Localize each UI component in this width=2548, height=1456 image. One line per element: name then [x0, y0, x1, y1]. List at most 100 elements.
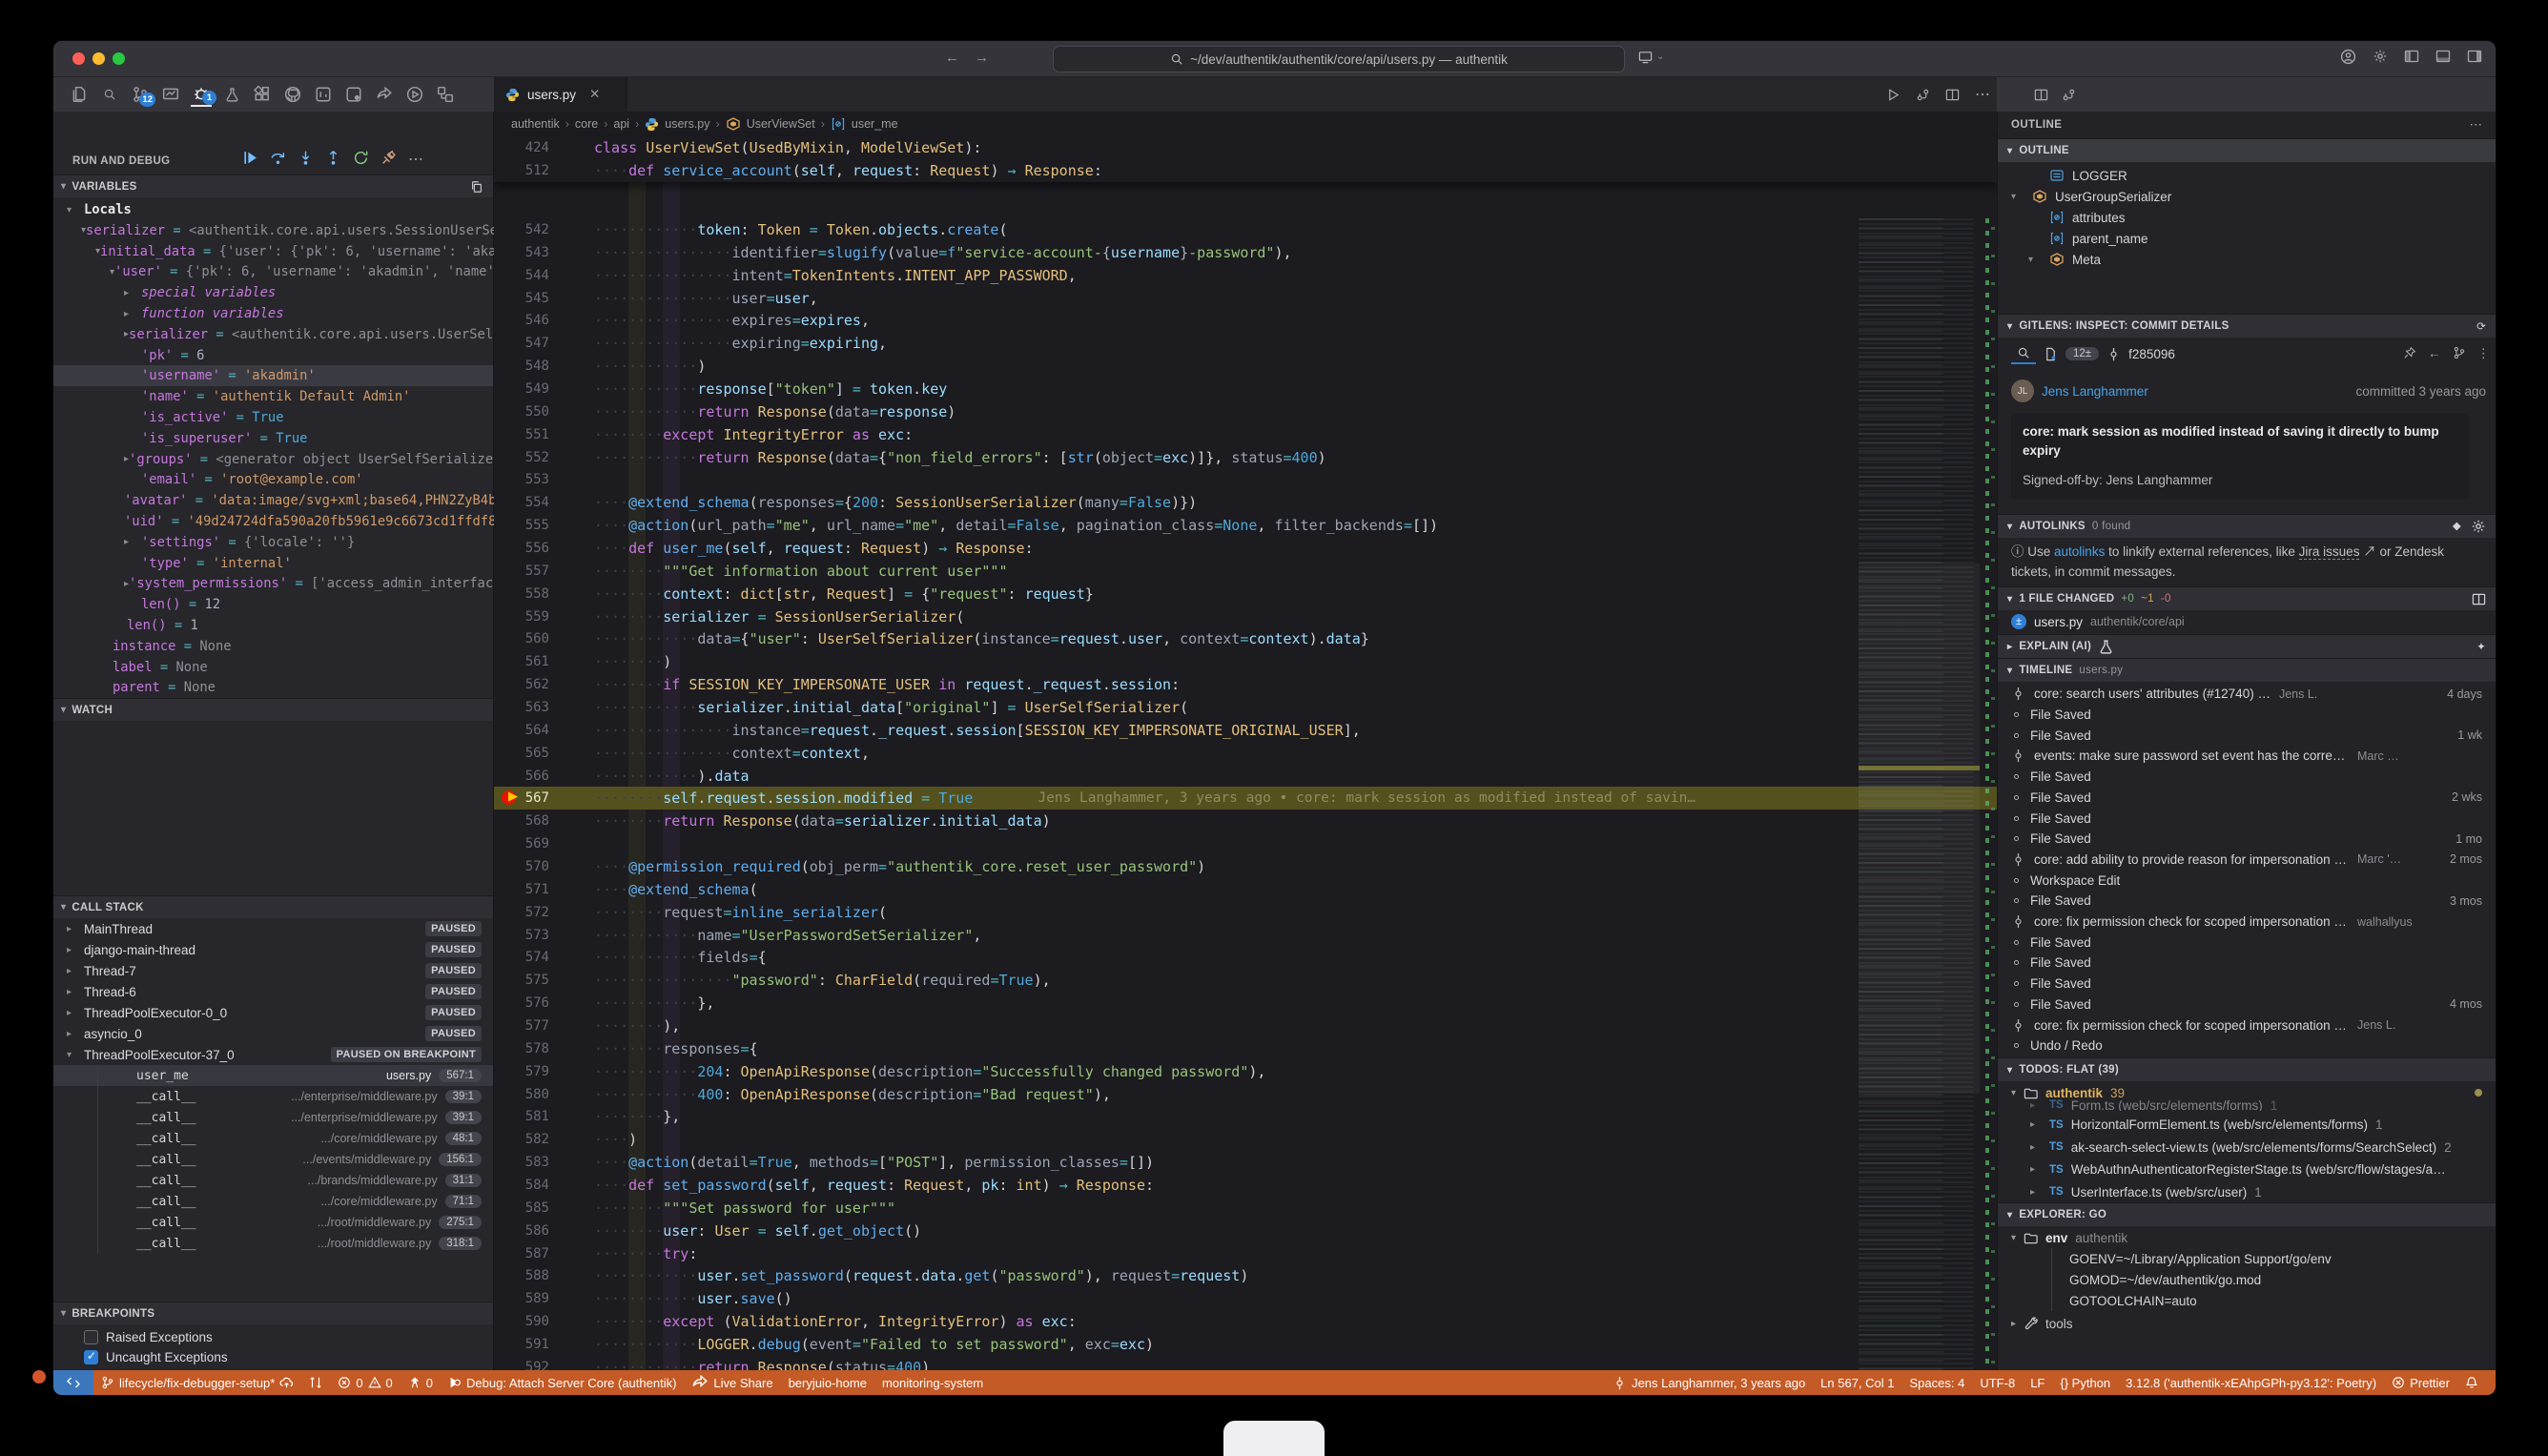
continue-icon[interactable] [242, 150, 258, 169]
variable-row[interactable]: 'pk' = 6 [53, 345, 493, 366]
callstack-frame-row[interactable]: __call__.../root/middleware.py318:1 [53, 1233, 493, 1254]
code-line-557[interactable]: 557········"""Get information about curr… [494, 560, 1997, 583]
back-icon[interactable]: ← [2428, 346, 2441, 361]
timeline-item[interactable]: core: search users' attributes (#12740) … [1998, 684, 2496, 705]
source-control-icon[interactable]: 12 [130, 82, 151, 107]
variable-row[interactable]: ▸function variables [53, 303, 493, 324]
autolinks-section-header[interactable]: ▾AUTOLINKS 0 found ◆ [1998, 514, 2496, 538]
variable-row[interactable]: label = None [53, 657, 493, 678]
branch-status[interactable]: lifecycle/fix-debugger-setup* [101, 1376, 294, 1390]
code-line-543[interactable]: 543················identifier=slugify(va… [494, 241, 1997, 264]
variable-row[interactable]: 'type' = 'internal' [53, 553, 493, 574]
outline-item-logger[interactable]: LOGGER [2028, 165, 2127, 186]
variable-row[interactable]: instance = None [53, 636, 493, 657]
outline-section-header[interactable]: ▾OUTLINE [1998, 138, 2496, 162]
timeline-item[interactable]: File Saved4 mos [1998, 995, 2496, 1015]
cursor-position[interactable]: Ln 567, Col 1 [1820, 1376, 1894, 1390]
code-line-585[interactable]: 585········"""Set password for user""" [494, 1197, 1997, 1220]
extensions-icon[interactable] [252, 82, 273, 107]
code-line-559[interactable]: 559········serializer = SessionUserSeria… [494, 605, 1997, 628]
zoom-window-button[interactable] [113, 52, 125, 65]
breadcrumb-item[interactable]: core [575, 117, 598, 131]
search-commit-icon[interactable] [2011, 343, 2036, 364]
variable-row[interactable]: 'uid' = '49d24724dfa590a20fb5961e9c6673c… [53, 511, 493, 532]
explorer-icon[interactable] [69, 82, 90, 107]
variable-row[interactable]: 'is_superuser' = True [53, 428, 493, 449]
code-line-542[interactable]: 542············token: Token = Token.obje… [494, 218, 1997, 241]
commit-author-link[interactable]: Jens Langhammer [2042, 384, 2148, 399]
language-mode[interactable]: {} Python [2060, 1376, 2110, 1390]
code-line-546[interactable]: 546················expires=expires, [494, 309, 1997, 332]
code-line-547[interactable]: 547················expiring=expiring, [494, 332, 1997, 355]
outline-more-icon[interactable]: ⋯ [2470, 117, 2483, 133]
code-line-553[interactable]: 553 [494, 468, 1997, 491]
explorer-go-section-header[interactable]: ▾EXPLORER: GO [1998, 1202, 2496, 1226]
variable-row[interactable]: ▸'groups' = <generator object UserSelfSe… [53, 449, 493, 470]
github-icon[interactable] [282, 82, 303, 107]
code-line-589[interactable]: 589············user.save() [494, 1287, 1997, 1310]
minimize-window-button[interactable] [92, 52, 105, 65]
timeline-item[interactable]: File Saved [1998, 974, 2496, 995]
variable-row[interactable]: ▸'settings' = {'locale': ''} [53, 532, 493, 553]
callstack-thread-row[interactable]: ▸ThreadPoolExecutor-0_0PAUSED [53, 1002, 493, 1023]
code-line-512[interactable]: 512····def service_account(self, request… [494, 159, 1997, 182]
callstack-frame-row[interactable]: __call__.../brands/middleware.py31:1 [53, 1170, 493, 1191]
variable-row[interactable]: ▾serializer = <authentik.core.api.users.… [53, 220, 493, 241]
code-line-545[interactable]: 545················user=user, [494, 287, 1997, 310]
autolinks-link[interactable]: autolinks [2054, 544, 2105, 559]
breadcrumb-item[interactable]: user_me [852, 117, 898, 131]
profile-home[interactable]: beryjuio-home [789, 1376, 867, 1390]
graph-icon[interactable] [2453, 346, 2466, 361]
autofit-icon[interactable] [2472, 592, 2486, 606]
breakpoint-row[interactable]: Raised Exceptions [53, 1326, 493, 1347]
panel-more-icon[interactable] [2062, 88, 2076, 102]
variable-row[interactable]: ▸'system_permissions' = ['access_admin_i… [53, 573, 493, 594]
refresh-icon[interactable]: ⟳ [2476, 319, 2486, 333]
timeline-item[interactable]: core: fix permission check for scoped im… [1998, 912, 2496, 933]
callstack-thread-row[interactable]: ▾ThreadPoolExecutor-37_0PAUSED ON BREAKP… [53, 1044, 493, 1065]
code-line-580[interactable]: 580············400: OpenApiResponse(desc… [494, 1083, 1997, 1106]
code-line-575[interactable]: 575················"password": CharField… [494, 969, 1997, 992]
code-line-556[interactable]: 556····def user_me(self, request: Reques… [494, 537, 1997, 560]
code-line-552[interactable]: 552············return Response(data={"no… [494, 446, 1997, 469]
code-line-554[interactable]: 554····@extend_schema(responses={200: Se… [494, 491, 1997, 514]
code-line-579[interactable]: 579············204: OpenApiResponse(desc… [494, 1060, 1997, 1083]
toggle-panel-icon[interactable] [2435, 49, 2451, 65]
outline-item-attributes[interactable]: attributes [2028, 207, 2126, 228]
variables-section-header[interactable]: ▾VARIABLES [53, 174, 493, 197]
variable-row[interactable]: ▸serializer = <authentik.core.api.users.… [53, 324, 493, 345]
breadcrumb-item[interactable]: users.py [665, 117, 709, 131]
code-line-550[interactable]: 550············return Response(data=resp… [494, 400, 1997, 423]
breakpoints-section-header[interactable]: ▾BREAKPOINTS [53, 1302, 493, 1324]
code-line-564[interactable]: 564················instance=request._req… [494, 719, 1997, 742]
callstack-frame-row[interactable]: __call__.../core/middleware.py71:1 [53, 1191, 493, 1212]
run-task-icon[interactable] [404, 82, 425, 107]
variable-row[interactable]: 'email' = 'root@example.com' [53, 469, 493, 490]
code-line-578[interactable]: 578········responses={ [494, 1037, 1997, 1060]
breadcrumb-item[interactable]: api [613, 117, 629, 131]
more-icon[interactable]: ⋯ [408, 150, 423, 169]
comments-icon[interactable] [343, 82, 364, 107]
variable-row[interactable]: 'is_active' = True [53, 407, 493, 428]
code-line-563[interactable]: 563············serializer.initial_data["… [494, 696, 1997, 719]
open-changes-icon[interactable] [1916, 88, 1930, 102]
callstack-thread-row[interactable]: ▸MainThreadPAUSED [53, 918, 493, 939]
code-line-544[interactable]: 544················intent=TokenIntents.I… [494, 264, 1997, 287]
code-line-584[interactable]: 584····def set_password(self, request: R… [494, 1174, 1997, 1197]
callstack-frame-row[interactable]: __call__.../root/middleware.py275:1 [53, 1212, 493, 1233]
callstack-thread-row[interactable]: ▸asyncio_0PAUSED [53, 1023, 493, 1044]
variable-row[interactable]: 'avatar' = 'data:image/svg+xml;base64,PH… [53, 490, 493, 511]
problems[interactable]: 00 [338, 1376, 392, 1390]
code-line-548[interactable]: 548············) [494, 355, 1997, 378]
callstack-frame-row[interactable]: __call__.../enterprise/middleware.py39:1 [53, 1107, 493, 1128]
callstack-thread-row[interactable]: ▸Thread-7PAUSED [53, 960, 493, 981]
timeline-item[interactable]: File Saved1 mo [1998, 829, 2496, 850]
notifications[interactable] [2465, 1376, 2478, 1389]
timeline-item[interactable]: File Saved3 mos [1998, 891, 2496, 912]
disconnect-icon[interactable] [380, 150, 397, 169]
commit-hash[interactable]: f285096 [2128, 347, 2175, 361]
go-env-row[interactable]: ▾ env authentik [1998, 1227, 2496, 1248]
editor-more-actions-icon[interactable]: ⋯ [1975, 85, 1990, 104]
compare-changes[interactable] [309, 1376, 322, 1389]
outline-item-usergroupserializer[interactable]: ▾UserGroupSerializer [2011, 186, 2171, 207]
